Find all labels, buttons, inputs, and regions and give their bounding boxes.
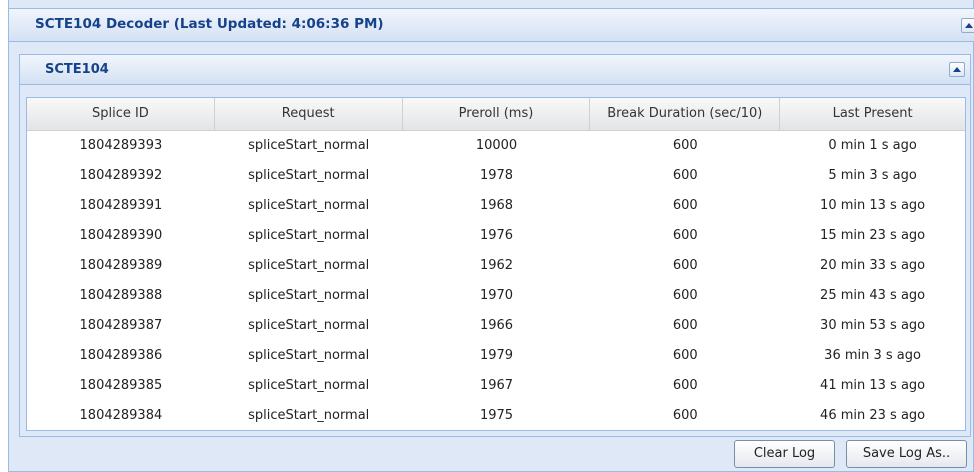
cell-last-present: 25 min 43 s ago <box>820 288 926 303</box>
cell-preroll: 1975 <box>479 408 514 423</box>
cell-preroll: 1978 <box>479 168 514 183</box>
cell-splice-id: 1804289384 <box>79 408 163 423</box>
save-log-as-button[interactable]: Save Log As.. <box>846 440 967 468</box>
cell-last-present: 20 min 33 s ago <box>820 258 926 273</box>
cell-request: spliceStart_normal <box>248 348 370 363</box>
decoder-panel: SCTE104 Decoder (Last Updated: 4:06:36 P… <box>8 0 974 472</box>
cell-request: spliceStart_normal <box>248 258 370 273</box>
scte104-panel: SCTE104 Splice ID Request Preroll (ms) B… <box>19 54 971 437</box>
cell-preroll: 1962 <box>479 258 514 273</box>
table-row[interactable]: 1804289385 spliceStart_normal 1967 600 41 mi… <box>27 371 965 401</box>
cell-preroll: 1979 <box>479 348 514 363</box>
cell-break-duration: 600 <box>672 378 698 393</box>
cell-preroll: 10000 <box>475 138 518 153</box>
table-row[interactable]: 1804289387 spliceStart_normal 1966 600 30 mi… <box>27 311 965 341</box>
cell-splice-id: 1804289389 <box>79 258 163 273</box>
table-row[interactable]: 1804289390 spliceStart_normal 1976 600 15 mi… <box>27 221 965 251</box>
table-row[interactable]: 1804289386 spliceStart_normal 1979 600 36 mi… <box>27 341 965 371</box>
scte104-panel-header: SCTE104 <box>20 55 970 85</box>
cell-break-duration: 600 <box>672 288 698 303</box>
cell-preroll: 1966 <box>479 318 514 333</box>
cell-splice-id: 1804289393 <box>79 138 163 153</box>
cell-break-duration: 600 <box>672 198 698 213</box>
cell-break-duration: 600 <box>672 138 698 153</box>
table-row[interactable]: 1804289392 spliceStart_normal 1978 600 5 min… <box>27 161 965 191</box>
cell-break-duration: 600 <box>672 258 698 273</box>
cell-last-present: 36 min 3 s ago <box>824 348 921 363</box>
table-row[interactable]: 1804289384 spliceStart_normal 1975 600 46 mi… <box>27 401 965 431</box>
cell-request: spliceStart_normal <box>248 318 370 333</box>
cell-splice-id: 1804289386 <box>79 348 163 363</box>
cell-last-present: 30 min 53 s ago <box>820 318 926 333</box>
decoder-panel-header: SCTE104 Decoder (Last Updated: 4:06:36 P… <box>9 8 974 42</box>
cell-last-present: 0 min 1 s ago <box>828 138 917 153</box>
cell-request: spliceStart_normal <box>248 288 370 303</box>
cell-last-present: 15 min 23 s ago <box>820 228 926 243</box>
cell-preroll: 1967 <box>479 378 514 393</box>
cell-preroll: 1968 <box>479 198 514 213</box>
cell-preroll: 1970 <box>479 288 514 303</box>
table-row[interactable]: 1804289391 spliceStart_normal 1968 600 10 mi… <box>27 191 965 221</box>
scte104-collapse-icon[interactable] <box>949 62 965 77</box>
decoder-collapse-icon[interactable] <box>961 18 974 33</box>
column-header-request[interactable]: Request <box>215 98 403 130</box>
table-row[interactable]: 1804289389 spliceStart_normal 1962 600 20 mi… <box>27 251 965 281</box>
cell-preroll: 1976 <box>479 228 514 243</box>
column-header-preroll[interactable]: Preroll (ms) <box>403 98 591 130</box>
cell-request: spliceStart_normal <box>248 378 370 393</box>
cell-splice-id: 1804289391 <box>79 198 163 213</box>
cell-splice-id: 1804289392 <box>79 168 163 183</box>
column-header-last-present[interactable]: Last Present <box>780 98 965 130</box>
grid-header-row: Splice ID Request Preroll (ms) Break Dur… <box>27 98 965 131</box>
cell-splice-id: 1804289390 <box>79 228 163 243</box>
cell-request: spliceStart_normal <box>248 168 370 183</box>
cell-break-duration: 600 <box>672 168 698 183</box>
cell-last-present: 46 min 23 s ago <box>820 408 926 423</box>
cell-request: spliceStart_normal <box>248 198 370 213</box>
cell-splice-id: 1804289387 <box>79 318 163 333</box>
table-row[interactable]: 1804289388 spliceStart_normal 1970 600 25 mi… <box>27 281 965 311</box>
cell-request: spliceStart_normal <box>248 408 370 423</box>
cell-last-present: 10 min 13 s ago <box>820 198 926 213</box>
table-row[interactable]: 1804289393 spliceStart_normal 10000 600 0 mi… <box>27 131 965 161</box>
cell-break-duration: 600 <box>672 408 698 423</box>
column-header-break-duration[interactable]: Break Duration (sec/10) <box>590 98 781 130</box>
cell-last-present: 41 min 13 s ago <box>820 378 926 393</box>
cell-break-duration: 600 <box>672 228 698 243</box>
decoder-panel-title: SCTE104 Decoder (Last Updated: 4:06:36 P… <box>35 16 384 32</box>
cell-splice-id: 1804289385 <box>79 378 163 393</box>
clear-log-button[interactable]: Clear Log <box>734 440 835 468</box>
cell-splice-id: 1804289388 <box>79 288 163 303</box>
grid-body: 1804289393 spliceStart_normal 10000 600 0 mi… <box>27 131 965 431</box>
cell-request: spliceStart_normal <box>248 228 370 243</box>
splice-grid: Splice ID Request Preroll (ms) Break Dur… <box>26 97 966 431</box>
cell-break-duration: 600 <box>672 318 698 333</box>
scte104-panel-title: SCTE104 <box>45 62 109 77</box>
column-header-splice-id[interactable]: Splice ID <box>27 98 215 130</box>
cell-break-duration: 600 <box>672 348 698 363</box>
cell-last-present: 5 min 3 s ago <box>828 168 917 183</box>
cell-request: spliceStart_normal <box>248 138 370 153</box>
